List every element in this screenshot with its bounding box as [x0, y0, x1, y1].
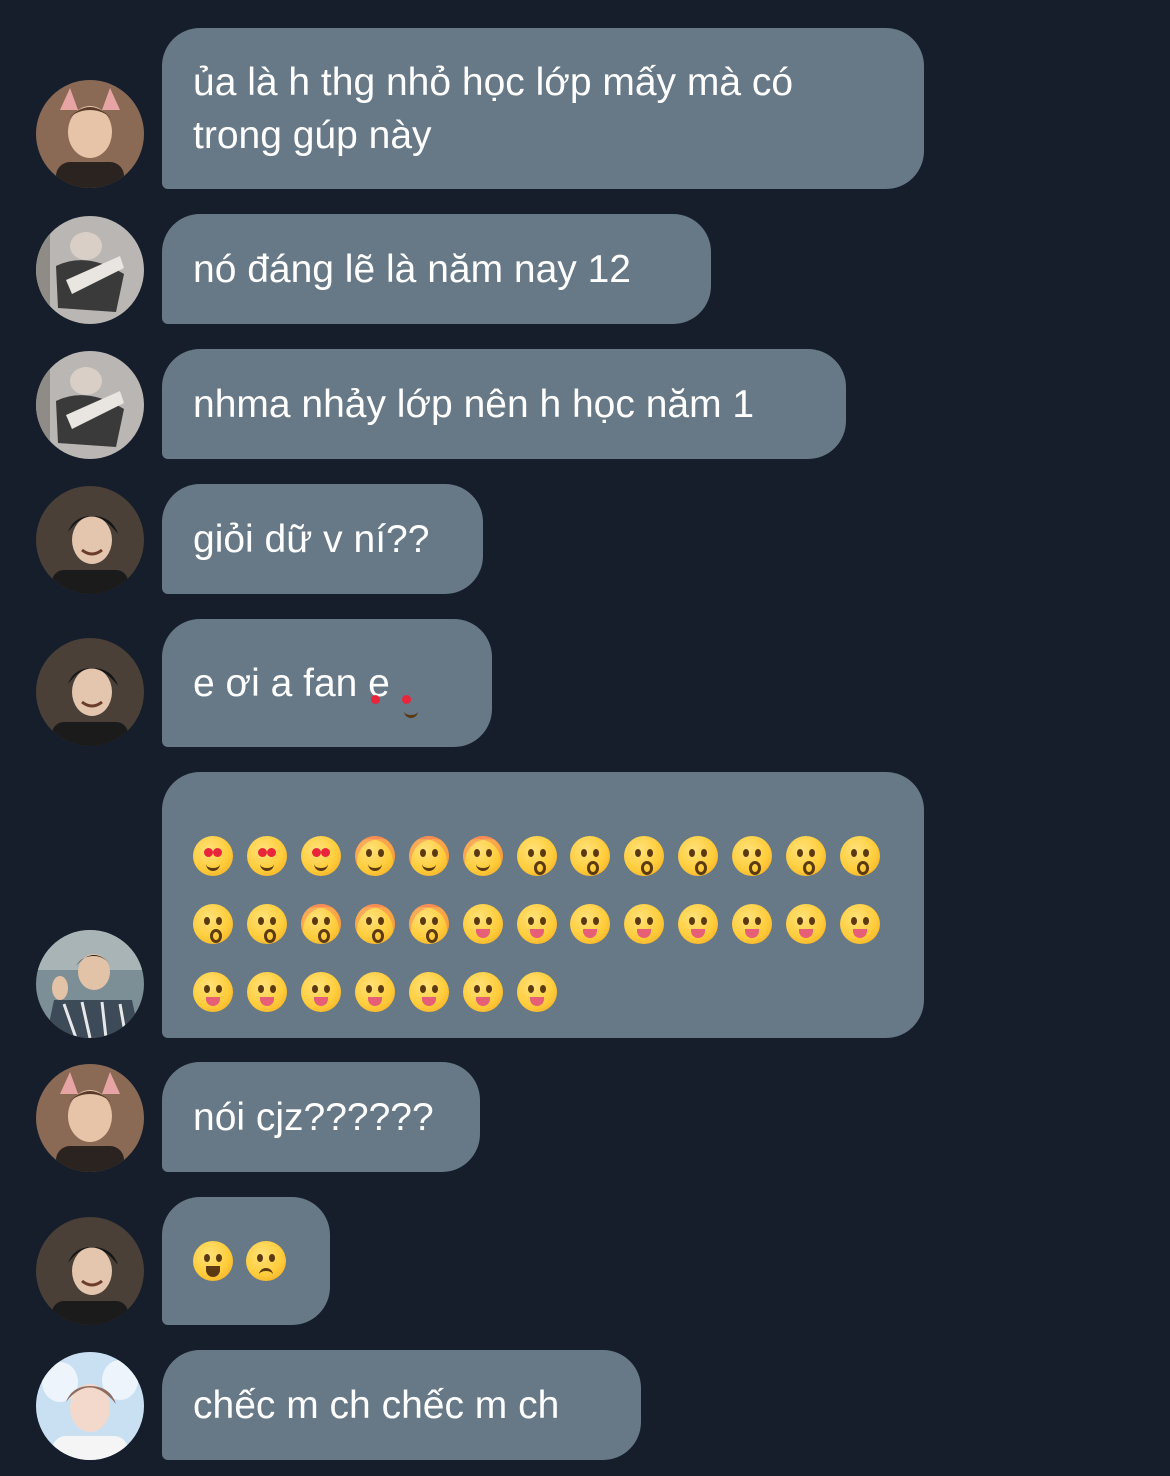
message-text: ủa là h thg nhỏ học lớp mấy mà có trong …	[193, 60, 794, 157]
zany-emoji-icon	[463, 972, 517, 1012]
sender-avatar[interactable]	[36, 1064, 144, 1172]
kissing-smiling-eyes-emoji-icon	[193, 904, 247, 944]
squint-tongue-emoji-icon	[193, 972, 247, 1012]
heart-eyes-emoji-icon	[300, 836, 355, 876]
kissing-closed-eyes-emoji-icon	[354, 904, 409, 944]
emoji-message-bubble[interactable]	[162, 772, 924, 1038]
kiss-heart-emoji-icon	[624, 836, 678, 876]
yum-emoji-icon	[516, 904, 571, 944]
tongue-emoji-icon	[678, 904, 732, 944]
zany-emoji-icon	[517, 972, 571, 1012]
wink-tongue-emoji-icon	[355, 972, 409, 1012]
message-bubble[interactable]: giỏi dữ v ní??	[162, 484, 483, 594]
wink-tongue-emoji-icon	[301, 972, 355, 1012]
kissing-emoji-icon	[786, 836, 840, 876]
sender-avatar[interactable]	[36, 1217, 144, 1325]
smiling-hearts-emoji-icon	[462, 836, 517, 876]
kissing-emoji-icon	[678, 836, 732, 876]
yum-emoji-icon	[462, 904, 517, 944]
sender-avatar[interactable]	[36, 638, 144, 746]
message-bubble[interactable]: nhma nhảy lớp nên h học năm 1	[162, 349, 846, 459]
kissing-closed-eyes-emoji-icon	[408, 904, 463, 944]
message-text: e ơi a fan e	[193, 661, 390, 705]
worried-emoji-icon	[245, 1241, 299, 1281]
sender-avatar[interactable]	[36, 1352, 144, 1460]
heart-eyes-emoji-icon	[246, 836, 301, 876]
message-text: nó đáng lẽ là năm nay 12	[193, 247, 631, 291]
message-text: chếc m ch chếc m ch	[193, 1383, 560, 1427]
squint-tongue-emoji-icon	[840, 904, 894, 944]
message-text: nhma nhảy lớp nên h học năm 1	[193, 382, 755, 426]
emoji-message-bubble[interactable]	[162, 1197, 330, 1325]
message-bubble[interactable]: chếc m ch chếc m ch	[162, 1350, 641, 1460]
heart-eyes-emoji-icon	[193, 836, 247, 876]
tongue-emoji-icon	[624, 904, 678, 944]
message-bubble[interactable]: nói cjz??????	[162, 1062, 480, 1172]
emoji-row	[193, 822, 894, 890]
tongue-emoji-icon	[732, 904, 786, 944]
zany-emoji-icon	[409, 972, 463, 1012]
message-text: nói cjz??????	[193, 1095, 434, 1139]
sender-avatar[interactable]	[36, 486, 144, 594]
kissing-smiling-eyes-emoji-icon	[840, 836, 894, 876]
yum-emoji-icon	[570, 904, 624, 944]
wink-tongue-emoji-icon	[247, 972, 301, 1012]
message-bubble[interactable]: ủa là h thg nhỏ học lớp mấy mà có trong …	[162, 28, 924, 189]
message-text: giỏi dữ v ní??	[193, 517, 430, 561]
kiss-heart-emoji-icon	[516, 836, 571, 876]
grinning-emoji-icon	[193, 1241, 246, 1281]
kiss-heart-emoji-icon	[570, 836, 624, 876]
smiling-hearts-emoji-icon	[408, 836, 463, 876]
kissing-emoji-icon	[732, 836, 786, 876]
emoji-row	[193, 958, 894, 1026]
kissing-closed-eyes-emoji-icon	[300, 904, 355, 944]
sender-avatar[interactable]	[36, 80, 144, 188]
sender-avatar[interactable]	[36, 930, 144, 1038]
message-bubble[interactable]: nó đáng lẽ là năm nay 12	[162, 214, 711, 324]
kissing-smiling-eyes-emoji-icon	[246, 904, 301, 944]
smiling-hearts-emoji-icon	[354, 836, 409, 876]
message-bubble[interactable]: e ơi a fan e	[162, 619, 492, 747]
sender-avatar[interactable]	[36, 351, 144, 459]
emoji-row	[193, 890, 894, 958]
sender-avatar[interactable]	[36, 216, 144, 324]
squint-tongue-emoji-icon	[786, 904, 840, 944]
